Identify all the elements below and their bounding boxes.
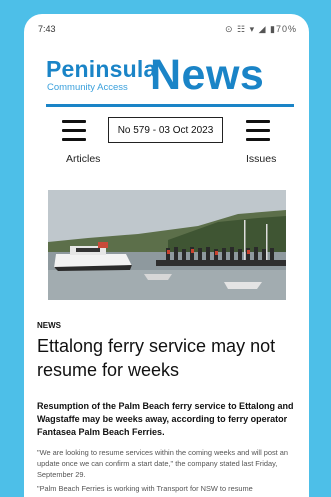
logo-community-access: Community Access: [47, 82, 128, 93]
status-time: 7:43: [38, 24, 56, 34]
issues-label[interactable]: Issues: [246, 153, 276, 165]
issues-menu-icon[interactable]: [246, 120, 270, 141]
status-icons: ⊙ ☷ ▾ ◢ ▮70%: [224, 24, 297, 34]
article-paragraph-1: "We are looking to resume services withi…: [37, 448, 289, 479]
article-lede: Resumption of the Palm Beach ferry servi…: [37, 401, 294, 437]
phone-screen: 7:43 ⊙ ☷ ▾ ◢ ▮70% Peninsula Community Ac…: [24, 14, 309, 497]
articles-menu-icon[interactable]: [62, 120, 86, 141]
article-photo[interactable]: [48, 190, 286, 300]
logo-underline: [46, 104, 294, 107]
article-headline[interactable]: Ettalong ferry service may not resume fo…: [37, 334, 299, 382]
site-logo[interactable]: Peninsula Community Access News: [46, 51, 294, 108]
status-bar: 7:43 ⊙ ☷ ▾ ◢ ▮70%: [24, 14, 309, 42]
article-category: NEWS: [37, 321, 61, 330]
ferry-wharf-image: [48, 190, 286, 300]
issue-number-box: No 579 - 03 Oct 2023: [108, 117, 223, 143]
articles-label[interactable]: Articles: [66, 153, 100, 165]
article-paragraph-2: "Palm Beach Ferries is working with Tran…: [37, 484, 253, 493]
logo-news: News: [150, 51, 265, 99]
logo-peninsula: Peninsula: [46, 56, 157, 82]
